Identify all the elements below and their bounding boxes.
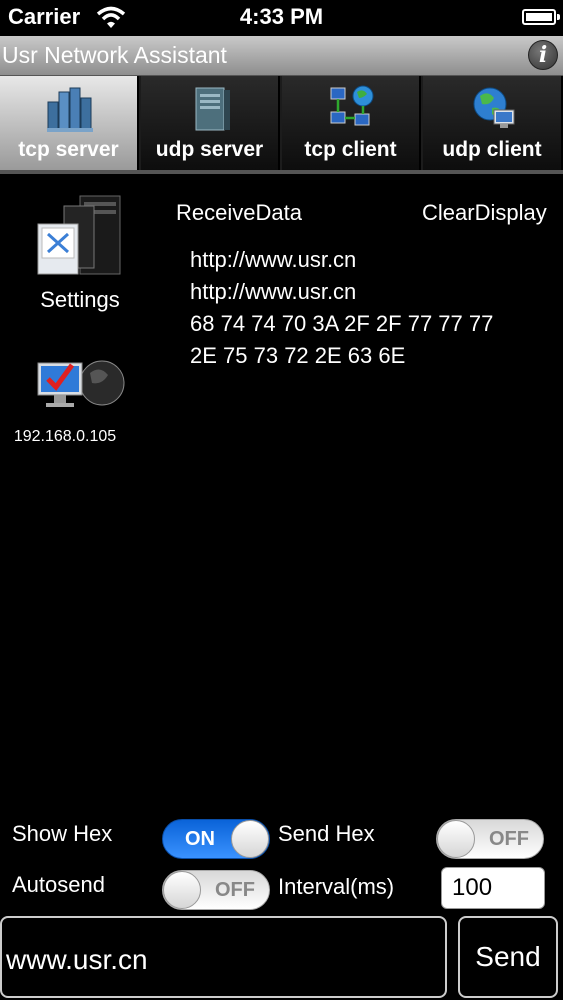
globe-computer-icon bbox=[473, 87, 515, 128]
show-hex-label: Show Hex bbox=[12, 821, 113, 846]
tab-label: tcp server bbox=[18, 138, 119, 161]
autosend-label: Autosend bbox=[12, 872, 105, 897]
tab-bar: tcp server udp server tcp client udp cli… bbox=[0, 76, 563, 170]
settings-computer-icon[interactable] bbox=[34, 194, 126, 280]
tab-separator bbox=[0, 170, 563, 174]
tab-label: udp server bbox=[155, 138, 264, 161]
send-button[interactable]: Send bbox=[458, 916, 558, 998]
server-cluster-icon bbox=[47, 87, 93, 132]
tab-tcp-client[interactable]: tcp client bbox=[282, 76, 421, 170]
settings-label[interactable]: Settings bbox=[0, 287, 160, 313]
switch-knob bbox=[163, 871, 201, 909]
tab-label: udp client bbox=[442, 138, 542, 161]
tab-label: tcp client bbox=[304, 138, 397, 161]
status-bar: Carrier 4:33 PM bbox=[0, 0, 563, 36]
network-status-icon bbox=[37, 360, 125, 407]
receive-data-button[interactable]: ReceiveData bbox=[176, 200, 302, 226]
tab-udp-server[interactable]: udp server bbox=[141, 76, 280, 170]
interval-input[interactable]: 100 bbox=[441, 867, 545, 909]
switch-knob bbox=[437, 820, 475, 858]
server-tower-icon bbox=[195, 87, 230, 131]
tab-tcp-server[interactable]: tcp server bbox=[0, 76, 139, 170]
receive-text-area: http://www.usr.cn http://www.usr.cn 68 7… bbox=[190, 244, 555, 372]
battery-icon bbox=[522, 9, 556, 25]
send-hex-switch[interactable]: OFF bbox=[436, 819, 544, 859]
switch-state: OFF bbox=[489, 828, 529, 850]
autosend-switch[interactable]: OFF bbox=[162, 870, 270, 910]
send-text-input[interactable]: www.usr.cn bbox=[0, 916, 447, 998]
info-button[interactable]: i bbox=[528, 40, 558, 70]
receive-line: http://www.usr.cn bbox=[190, 247, 357, 272]
switch-state: OFF bbox=[215, 879, 255, 901]
tab-udp-client[interactable]: udp client bbox=[423, 76, 563, 170]
network-computers-icon bbox=[330, 85, 374, 126]
ip-address: 192.168.0.105 bbox=[13, 428, 117, 445]
switch-state: ON bbox=[185, 828, 215, 850]
switch-knob bbox=[231, 820, 269, 858]
send-hex-label: Send Hex bbox=[278, 821, 375, 846]
receive-line: 2E 75 73 72 2E 63 6E bbox=[190, 343, 406, 368]
receive-line: http://www.usr.cn bbox=[190, 279, 357, 304]
clear-display-button[interactable]: ClearDisplay bbox=[422, 200, 547, 226]
title-bar: Usr Network Assistant i bbox=[0, 36, 563, 76]
clock-time: 4:33 PM bbox=[239, 4, 324, 29]
battery-nub bbox=[557, 14, 560, 20]
app-title: Usr Network Assistant bbox=[2, 42, 227, 68]
receive-line: 68 74 74 70 3A 2F 2F 77 77 77 bbox=[190, 311, 494, 336]
show-hex-switch[interactable]: ON bbox=[162, 819, 270, 859]
interval-label: Interval(ms) bbox=[278, 874, 395, 899]
